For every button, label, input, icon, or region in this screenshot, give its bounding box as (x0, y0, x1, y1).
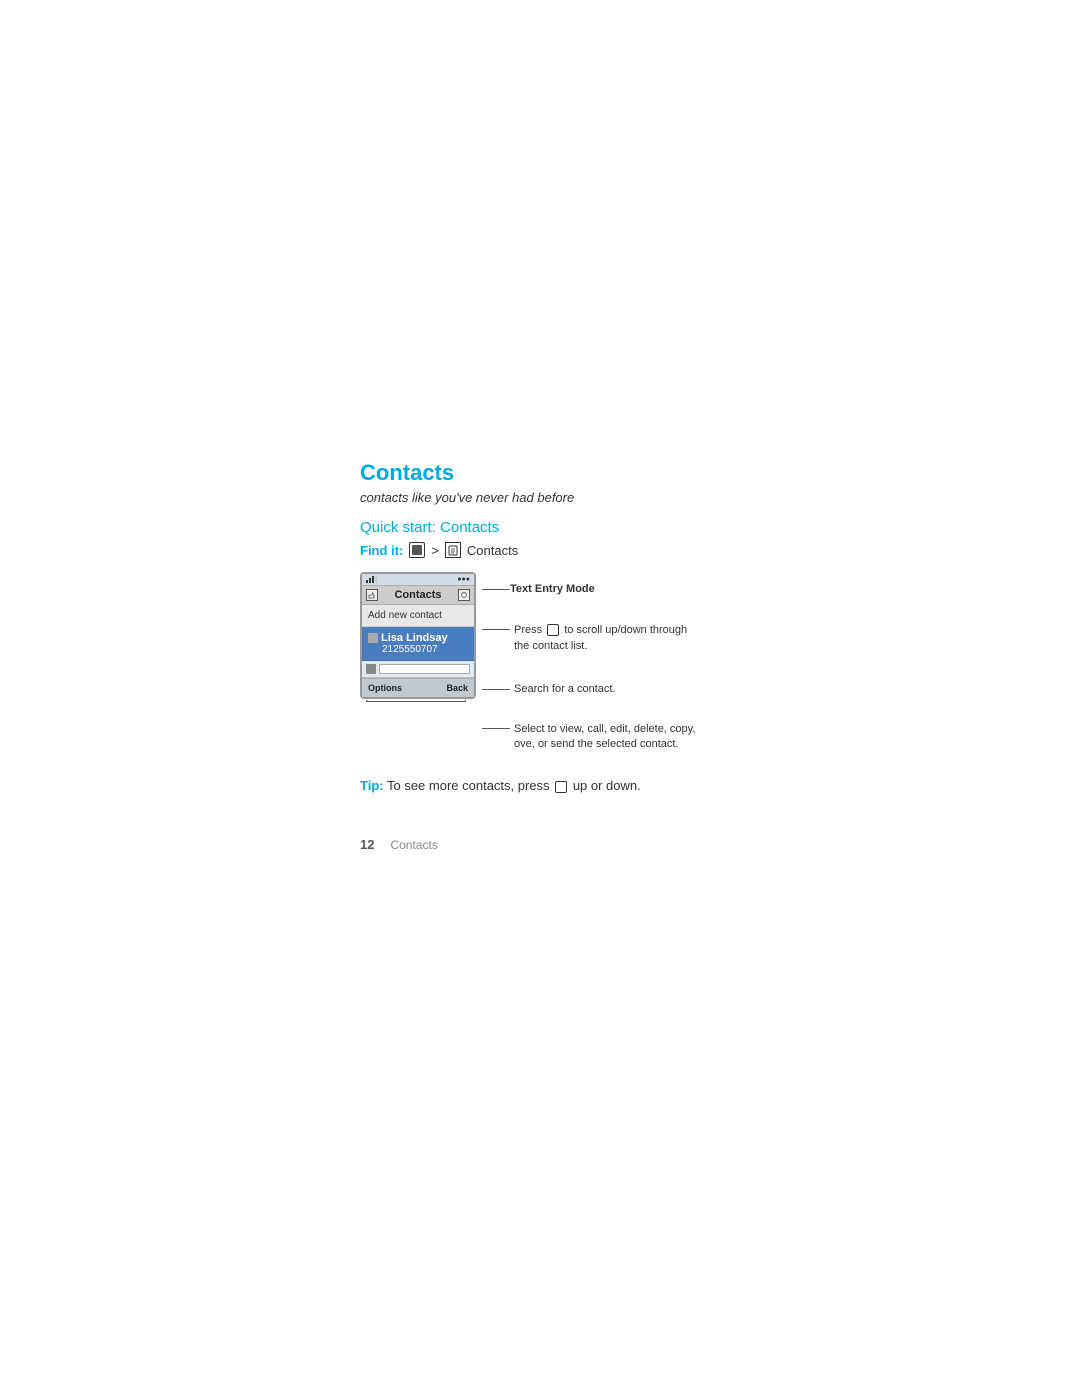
contact-name-label: Lisa Lindsay (381, 632, 448, 644)
contact-avatar-icon (368, 633, 378, 643)
header-icons-left (366, 589, 378, 601)
phone-status-bar: ●●● (362, 574, 474, 585)
annotation-search: Search for a contact. (482, 682, 696, 697)
find-it-row: Find it: > Contacts (360, 542, 920, 558)
arrow-separator: > (431, 543, 439, 558)
search-row (362, 661, 474, 678)
add-new-contact-row: Add new contact (362, 605, 474, 627)
annotation-line-1 (482, 589, 510, 590)
page-number-section: 12 Contacts (360, 837, 920, 852)
phone-header: Contacts (362, 585, 474, 605)
page-number: 12 (360, 837, 374, 852)
signal-bars (366, 576, 377, 583)
tip-label: Tip: (360, 778, 384, 793)
search-input[interactable] (379, 664, 470, 674)
contact-phone-number: 2125550707 (368, 644, 468, 655)
annotation-line-2 (482, 629, 510, 630)
find-it-path: Contacts (467, 543, 518, 558)
tip-text: To see more contacts, press (387, 778, 550, 793)
page-label: Contacts (390, 838, 437, 852)
scroll-press-label: Press (514, 624, 542, 636)
annotation-select-text: Select to view, call, edit, delete, copy… (514, 722, 696, 753)
add-new-contact-label: Add new contact (368, 610, 442, 621)
annotation-scroll: Press to scroll up/down through the cont… (482, 623, 696, 654)
annotation-scroll-text: Press to scroll up/down through the cont… (514, 623, 696, 654)
annotation-search-text: Search for a contact. (514, 682, 616, 697)
scroll-nav-btn-icon (547, 624, 559, 636)
header-icon-right (458, 589, 470, 601)
status-text: ●●● (457, 576, 470, 583)
back-button[interactable]: Back (446, 683, 468, 693)
search-icon (366, 664, 376, 674)
phone-footer: Options Back (362, 678, 474, 697)
contact-name: Lisa Lindsay (368, 632, 468, 644)
bottom-bracket (366, 700, 476, 702)
annotation-col: Text Entry Mode Press to scroll up/down … (476, 572, 696, 752)
phone-header-title: Contacts (378, 589, 458, 601)
phone-screen: ●●● Contacts (360, 572, 476, 699)
contacts-nav-icon (445, 542, 461, 558)
quick-start-label: Quick start: Contacts (360, 519, 920, 536)
phone-mockup: ●●● Contacts (360, 572, 476, 702)
contact-row-selected: Lisa Lindsay 2125550707 (362, 627, 474, 661)
tip-nav-btn-icon (555, 781, 567, 793)
options-button[interactable]: Options (368, 683, 402, 693)
annotation-select: Select to view, call, edit, delete, copy… (482, 722, 696, 753)
tip-text2: up or down. (573, 778, 641, 793)
annotation-text-entry-bold: Text Entry Mode (510, 583, 595, 595)
annotation-text-entry-label: Text Entry Mode (510, 582, 595, 597)
tip-section: Tip: To see more contacts, press up or d… (360, 776, 920, 797)
annotation-line-4 (482, 728, 510, 729)
phone-annotation-wrapper: ●●● Contacts (360, 572, 920, 752)
section-title: Contacts (360, 460, 920, 486)
header-edit-icon (366, 589, 378, 601)
menu-nav-icon (409, 542, 425, 558)
annotation-text-entry: Text Entry Mode (482, 582, 696, 597)
find-it-label: Find it: (360, 543, 403, 558)
annotation-line-3 (482, 689, 510, 690)
section-subtitle: contacts like you've never had before (360, 490, 920, 505)
header-icons-right (458, 589, 470, 601)
